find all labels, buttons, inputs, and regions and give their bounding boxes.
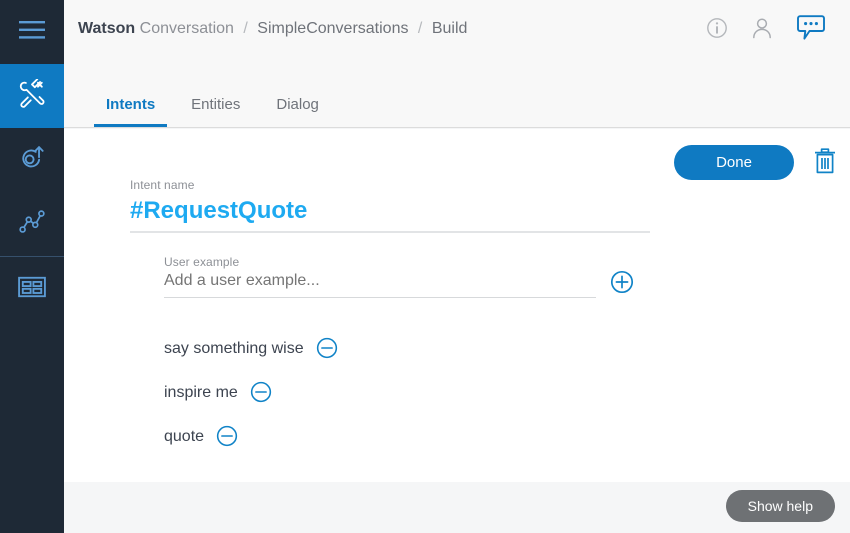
breadcrumb-separator-1: / — [243, 20, 247, 37]
breadcrumb-separator-2: / — [418, 20, 422, 37]
info-icon[interactable] — [706, 17, 728, 39]
remove-example-button[interactable] — [316, 337, 338, 362]
breadcrumb-workspace[interactable]: SimpleConversations — [257, 20, 408, 37]
breadcrumb-product: Conversation — [140, 20, 234, 37]
show-help-button[interactable]: Show help — [726, 490, 835, 522]
intent-editor-panel: Done Intent name #RequestQuote — [64, 129, 850, 482]
tab-dialog[interactable]: Dialog — [264, 97, 331, 127]
remove-example-button[interactable] — [216, 425, 238, 450]
example-text[interactable]: quote — [164, 428, 204, 446]
breadcrumb-brand: Watson — [78, 20, 135, 37]
breadcrumb: Watson Conversation / SimpleConversation… — [78, 20, 467, 38]
minus-circle-icon — [316, 337, 338, 362]
add-example-row — [164, 269, 634, 298]
add-example-button[interactable] — [610, 270, 634, 297]
build-tools-icon — [17, 79, 47, 114]
breadcrumb-section[interactable]: Build — [432, 20, 468, 37]
section-tabs: Intents Entities Dialog — [94, 97, 343, 127]
hamburger-menu-button[interactable] — [0, 0, 64, 64]
delete-intent-button[interactable] — [814, 148, 836, 177]
tab-intents[interactable]: Intents — [94, 97, 167, 127]
add-example-field: User example — [164, 255, 634, 298]
left-nav-rail — [0, 0, 64, 533]
intent-name-field: Intent name #RequestQuote — [130, 178, 650, 233]
sidebar-item-dashboard[interactable] — [0, 257, 64, 321]
tab-entities[interactable]: Entities — [179, 97, 252, 127]
list-item: inspire me — [164, 371, 634, 415]
list-item: say something wise — [164, 327, 634, 371]
app-header: Watson Conversation / SimpleConversation… — [64, 0, 850, 128]
header-icon-group — [706, 14, 826, 42]
app-window: Watson Conversation / SimpleConversation… — [0, 0, 850, 533]
user-example-input[interactable] — [164, 269, 596, 298]
example-text[interactable]: say something wise — [164, 340, 304, 358]
list-item: quote — [164, 415, 634, 459]
improve-analytics-icon — [17, 207, 47, 242]
deploy-icon — [17, 143, 47, 178]
user-example-label: User example — [164, 255, 634, 269]
hamburger-menu-icon — [19, 20, 45, 45]
minus-circle-icon — [216, 425, 238, 450]
panel-action-group: Done — [674, 145, 836, 180]
example-list: say something wise inspire me — [164, 327, 634, 459]
remove-example-button[interactable] — [250, 381, 272, 406]
user-account-icon[interactable] — [750, 16, 774, 40]
plus-circle-icon — [610, 270, 634, 297]
dashboard-grid-icon — [17, 275, 47, 304]
sidebar-item-improve[interactable] — [0, 192, 64, 256]
chat-bubble-icon[interactable] — [796, 14, 826, 42]
sidebar-item-build[interactable] — [0, 64, 64, 128]
intent-name-value[interactable]: #RequestQuote — [130, 192, 650, 233]
intent-name-label: Intent name — [130, 178, 650, 192]
bottom-bar: Show help — [64, 482, 850, 533]
minus-circle-icon — [250, 381, 272, 406]
sidebar-item-deploy[interactable] — [0, 128, 64, 192]
trash-icon — [814, 148, 836, 177]
example-text[interactable]: inspire me — [164, 384, 238, 402]
done-button[interactable]: Done — [674, 145, 794, 180]
